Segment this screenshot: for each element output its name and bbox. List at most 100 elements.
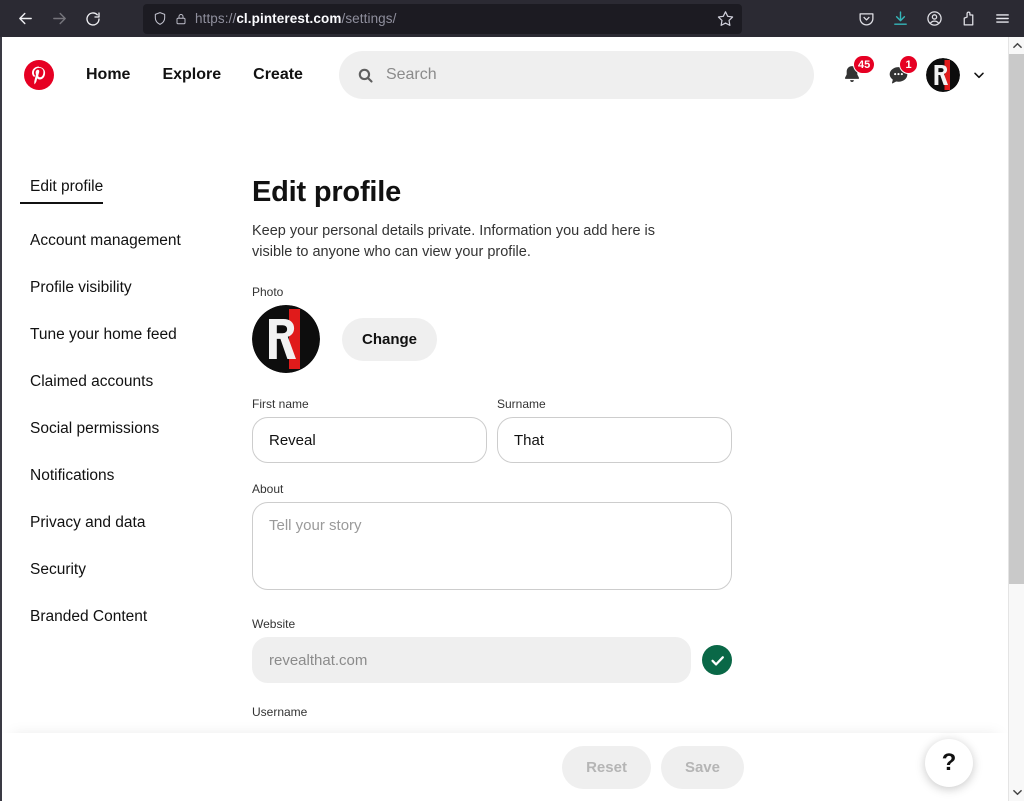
change-photo-button[interactable]: Change — [342, 317, 438, 361]
sidebar-row: Claimed accounts — [20, 372, 252, 419]
downloads-button[interactable] — [884, 4, 916, 34]
about-label: About — [252, 482, 284, 496]
surname-label: Surname — [497, 397, 546, 411]
about-field: About — [252, 482, 732, 595]
messages-button[interactable]: 1 — [878, 55, 918, 95]
bookmark-star-button[interactable] — [717, 10, 734, 27]
pocket-icon — [858, 13, 874, 26]
sidebar-row: Privacy and data — [20, 513, 252, 560]
chevron-down-icon — [974, 72, 984, 79]
forward-arrow-icon — [52, 12, 66, 25]
nav-link-create[interactable]: Create — [237, 56, 319, 94]
nav-link-home[interactable]: Home — [70, 56, 146, 94]
avatar[interactable] — [926, 58, 960, 92]
website-verified-badge — [702, 645, 732, 675]
sidebar-row: Tune your home feed — [20, 325, 252, 372]
check-circle-icon — [710, 655, 724, 666]
forward-button[interactable] — [43, 4, 75, 34]
scroll-down-arrow-icon — [1012, 789, 1022, 796]
sidebar-item-privacy-and-data[interactable]: Privacy and data — [20, 513, 145, 533]
sidebar-item-account-management[interactable]: Account management — [20, 231, 181, 251]
user-avatar-art — [926, 58, 960, 92]
reset-button[interactable]: Reset — [562, 745, 651, 789]
notifications-badge: 45 — [853, 55, 876, 74]
address-bar[interactable]: https://cl.pinterest.com/settings/ — [143, 3, 742, 34]
sidebar-row: Account management — [20, 231, 252, 278]
pinterest-glyph — [24, 60, 54, 90]
help-button[interactable]: ? — [925, 739, 973, 787]
sidebar-item-branded-content[interactable]: Branded Content — [20, 607, 147, 627]
header-actions: 45 1 — [832, 55, 992, 95]
tracking-protection-shield-icon[interactable] — [153, 11, 167, 26]
pinterest-header: Home Explore Create Search 45 1 — [2, 37, 1008, 113]
extensions-button[interactable] — [952, 4, 984, 34]
account-menu-button[interactable] — [966, 58, 992, 92]
first-name-label: First name — [252, 397, 309, 411]
browser-viewport: Home Explore Create Search 45 1 Edit pro… — [0, 37, 1024, 801]
edit-profile-form: Edit profile Keep your personal details … — [252, 175, 772, 725]
page-title: Edit profile — [252, 176, 402, 208]
save-button[interactable]: Save — [660, 745, 744, 789]
surname-field: Surname — [497, 397, 732, 463]
app-menu-button[interactable] — [986, 4, 1018, 34]
sidebar-item-tune-your-home-feed[interactable]: Tune your home feed — [20, 325, 177, 345]
reload-icon — [86, 11, 100, 26]
messages-badge: 1 — [899, 55, 918, 74]
scroll-up-arrow-icon — [1012, 42, 1022, 49]
sidebar-row: Security — [20, 560, 252, 607]
settings-content: Edit profile Account management Profile … — [2, 113, 1008, 725]
url-host: cl.pinterest.com — [236, 11, 342, 26]
first-name-input[interactable] — [252, 417, 487, 463]
scroll-up-button[interactable] — [1009, 37, 1024, 54]
website-field: Website — [252, 617, 732, 683]
pocket-button[interactable] — [850, 4, 882, 34]
sidebar-item-social-permissions[interactable]: Social permissions — [20, 419, 159, 439]
search-input[interactable]: Search — [338, 51, 814, 99]
nav-link-explore[interactable]: Explore — [146, 56, 237, 94]
scroll-down-button[interactable] — [1009, 784, 1024, 801]
website-label: Website — [252, 617, 296, 631]
sidebar-row: Branded Content — [20, 607, 252, 654]
url-text[interactable]: https://cl.pinterest.com/settings/ — [195, 11, 709, 26]
photo-field: Photo Change — [252, 285, 732, 373]
extensions-icon — [963, 11, 973, 26]
scrollbar-thumb[interactable] — [1009, 54, 1024, 584]
profile-photo[interactable] — [252, 305, 320, 373]
sidebar-item-notifications[interactable]: Notifications — [20, 466, 114, 486]
page-description: Keep your personal details private. Info… — [252, 223, 656, 260]
sidebar-item-edit-profile[interactable]: Edit profile — [20, 177, 104, 204]
about-textarea[interactable] — [252, 502, 732, 590]
profile-photo-art — [252, 305, 320, 373]
account-icon — [926, 11, 942, 26]
sidebar-row: Profile visibility — [20, 278, 252, 325]
notifications-button[interactable]: 45 — [832, 55, 876, 95]
username-label: Username — [252, 705, 308, 719]
sidebar-item-claimed-accounts[interactable]: Claimed accounts — [20, 372, 153, 392]
browser-nav-buttons — [9, 4, 109, 34]
website-row — [252, 637, 732, 683]
browser-toolbar-right — [850, 0, 1018, 37]
surname-input[interactable] — [497, 417, 732, 463]
back-button[interactable] — [9, 4, 41, 34]
search-icon — [357, 67, 374, 84]
name-fields-row: First name Surname — [252, 397, 732, 463]
search-placeholder: Search — [385, 66, 437, 83]
first-name-field: First name — [252, 397, 487, 463]
url-path: /settings/ — [341, 11, 397, 26]
main-navigation: Home Explore Create — [70, 56, 319, 94]
sidebar-item-profile-visibility[interactable]: Profile visibility — [20, 278, 132, 298]
website-input[interactable] — [252, 637, 691, 683]
sidebar-row: Edit profile — [20, 177, 252, 231]
downloads-icon — [893, 11, 907, 25]
account-button[interactable] — [918, 4, 950, 34]
reload-button[interactable] — [77, 4, 109, 34]
page-scrollbar[interactable] — [1008, 37, 1024, 801]
photo-label: Photo — [252, 285, 284, 299]
url-prefix: https:// — [195, 11, 237, 26]
sidebar-row: Notifications — [20, 466, 252, 513]
sidebar-item-security[interactable]: Security — [20, 560, 86, 580]
hamburger-menu-icon — [995, 14, 1009, 23]
sidebar-row: Social permissions — [20, 419, 252, 466]
padlock-icon[interactable] — [175, 12, 187, 26]
pinterest-logo-icon[interactable] — [20, 56, 58, 94]
